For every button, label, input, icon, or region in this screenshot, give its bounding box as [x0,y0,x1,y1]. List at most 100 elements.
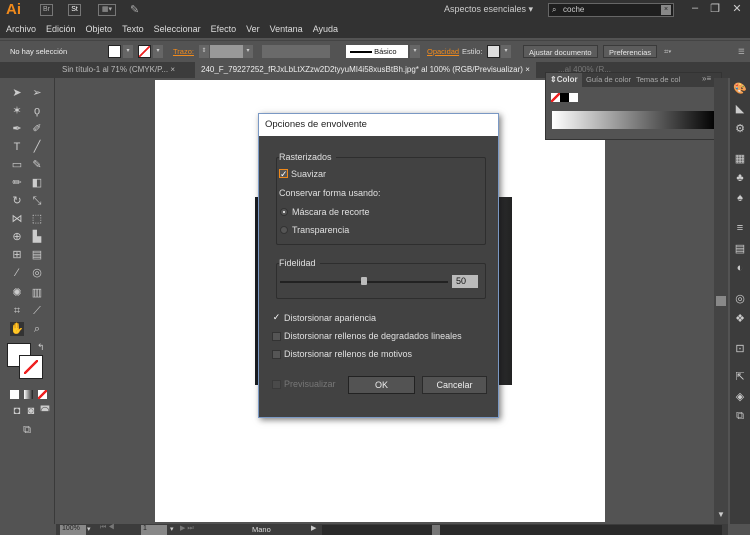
shaper-tool-icon[interactable]: ✏ [10,176,24,190]
fill-swatch[interactable] [108,45,121,58]
scroll-down-icon[interactable]: ▼ [717,510,725,519]
curvature-tool-icon[interactable]: ✐ [30,122,44,136]
transparency-icon[interactable]: ◐ [733,262,747,276]
restore-button[interactable]: ❐ [706,2,724,16]
stroke-weight-dropdown[interactable]: ▾ [243,45,253,58]
appearance-icon[interactable]: ◎ [733,292,747,306]
distort-linear-gradients-checkbox[interactable] [272,332,281,341]
draw-inside-icon[interactable]: ◚ [38,404,52,418]
first-page-button[interactable]: ⏮ ◀ [100,524,115,532]
page-field[interactable]: 1 [141,525,167,535]
none-swatch[interactable] [551,93,560,102]
preview-checkbox[interactable] [272,380,281,389]
black-swatch[interactable] [560,93,569,102]
export-icon[interactable]: ⇱ [733,370,747,384]
symbols-icon[interactable]: ♠ [733,192,747,206]
none-mode-icon[interactable] [38,390,47,399]
draw-behind-icon[interactable]: ◙ [24,404,38,418]
stroke-dropdown[interactable]: ▾ [153,45,163,58]
panel-menu-icon[interactable]: ☰ [738,45,745,58]
layers-icon-top[interactable]: ⊡ [733,342,747,356]
menu-seleccionar[interactable]: Seleccionar [154,24,201,34]
arrange-documents-icon[interactable]: ▦▾ [98,4,116,16]
screen-mode-icon[interactable]: ⧉ [20,423,34,437]
line-tool-icon[interactable]: ╱ [30,140,44,154]
hand-tool-icon[interactable]: ✋ [10,322,24,336]
vertical-scrollbar[interactable]: ▼ [714,78,728,524]
tab-sin-titulo[interactable]: Sin título-1 al 71% (CMYK/P... × [56,62,181,78]
selection-tool-icon[interactable]: ➤ [10,86,24,100]
stroke-swatch[interactable] [138,45,151,58]
menu-edicion[interactable]: Edición [46,24,76,34]
scroll-thumb[interactable] [432,525,440,535]
style-dropdown[interactable]: ▾ [501,45,511,58]
fidelity-value-input[interactable]: 50 [452,275,478,288]
artboards-icon[interactable]: ⧉ [733,410,747,424]
workspace-switcher[interactable]: Aspectos esenciales ▾ [444,4,533,15]
tab-color-guide[interactable]: Guía de color [586,73,631,87]
color-themes-icon[interactable]: ⚙ [733,122,747,136]
color-panel-icon[interactable]: 🎨 [733,82,747,96]
style-swatch[interactable] [487,45,500,58]
symbol-sprayer-tool-icon[interactable]: ✺ [10,286,24,300]
search-input[interactable]: ⌕ coche × [548,3,674,17]
menu-ayuda[interactable]: Ayuda [313,24,338,34]
page-dropdown[interactable]: ▾ [170,525,174,533]
menu-archivo[interactable]: Archivo [6,24,36,34]
menu-texto[interactable]: Texto [122,24,144,34]
gradient-icon[interactable]: ▤ [733,242,747,256]
gradient-mode-icon[interactable] [24,390,33,399]
menu-ventana[interactable]: Ventana [270,24,303,34]
distort-appearance-checkbox[interactable]: ✓ [272,313,281,322]
color-spectrum[interactable] [552,111,716,129]
stroke-weight-input[interactable] [210,45,243,58]
shape-builder-tool-icon[interactable]: ⊕ [10,230,24,244]
bridge-button[interactable]: Br [40,4,53,16]
brush-dropdown-arrow[interactable]: ▾ [410,45,420,58]
pen-tool-icon[interactable]: ✒ [10,122,24,136]
width-tool-icon[interactable]: ⋈ [10,212,24,226]
slice-tool-icon[interactable]: ⟋ [30,304,44,318]
gpu-icon[interactable]: ✎ [130,3,139,16]
distort-pattern-fills-checkbox[interactable] [272,350,281,359]
column-graph-tool-icon[interactable]: ▥ [30,286,44,300]
zoom-dropdown[interactable]: ▾ [87,525,91,533]
ok-button[interactable]: OK [348,376,415,394]
draw-normal-icon[interactable]: ◘ [10,404,24,418]
clipping-mask-radio[interactable] [280,208,288,216]
eyedropper-tool-icon[interactable]: ⁄ [10,266,24,280]
scroll-thumb[interactable] [716,296,726,306]
rectangle-tool-icon[interactable]: ▭ [10,158,24,172]
menu-ver[interactable]: Ver [246,24,260,34]
direct-selection-tool-icon[interactable]: ➢ [30,86,44,100]
zoom-level-field[interactable]: 100% [60,525,86,535]
lasso-tool-icon[interactable]: ϙ [30,104,44,118]
stroke-color-box[interactable] [19,355,43,379]
gradient-tool-icon[interactable]: ▤ [30,248,44,262]
transparency-radio[interactable] [280,226,288,234]
opacity-label[interactable]: Opacidad [427,45,459,58]
menu-efecto[interactable]: Efecto [211,24,237,34]
perspective-grid-tool-icon[interactable]: ▙ [30,230,44,244]
color-guide-icon[interactable]: ◣ [733,102,747,116]
variable-width-dropdown[interactable] [262,45,330,58]
tab-color-themes[interactable]: Temas de col [636,73,680,87]
graphic-styles-icon[interactable]: ❖ [733,312,747,326]
free-transform-tool-icon[interactable]: ⬚ [30,212,44,226]
type-tool-icon[interactable]: T [10,140,24,154]
close-window-button[interactable]: ✕ [728,2,746,16]
layers-icon[interactable]: ◈ [733,390,747,404]
stroke-icon[interactable]: ≡ [733,222,747,236]
paintbrush-tool-icon[interactable]: ✎ [30,158,44,172]
smooth-checkbox[interactable]: ✓ [279,169,288,179]
arrange-icon[interactable]: ⌗▾ [664,45,671,58]
clear-search-icon[interactable]: × [661,5,671,15]
stroke-weight-stepper[interactable]: ⇕ [199,45,209,58]
stroke-label[interactable]: Trazo: [173,45,194,58]
fidelity-slider-thumb[interactable] [361,277,367,285]
status-menu-arrow[interactable]: ▶ [311,524,316,532]
tab-close-icon[interactable]: × [170,65,175,74]
color-mode-icon[interactable] [10,390,19,399]
mesh-tool-icon[interactable]: ⊞ [10,248,24,262]
stock-button[interactable]: St [68,4,81,16]
